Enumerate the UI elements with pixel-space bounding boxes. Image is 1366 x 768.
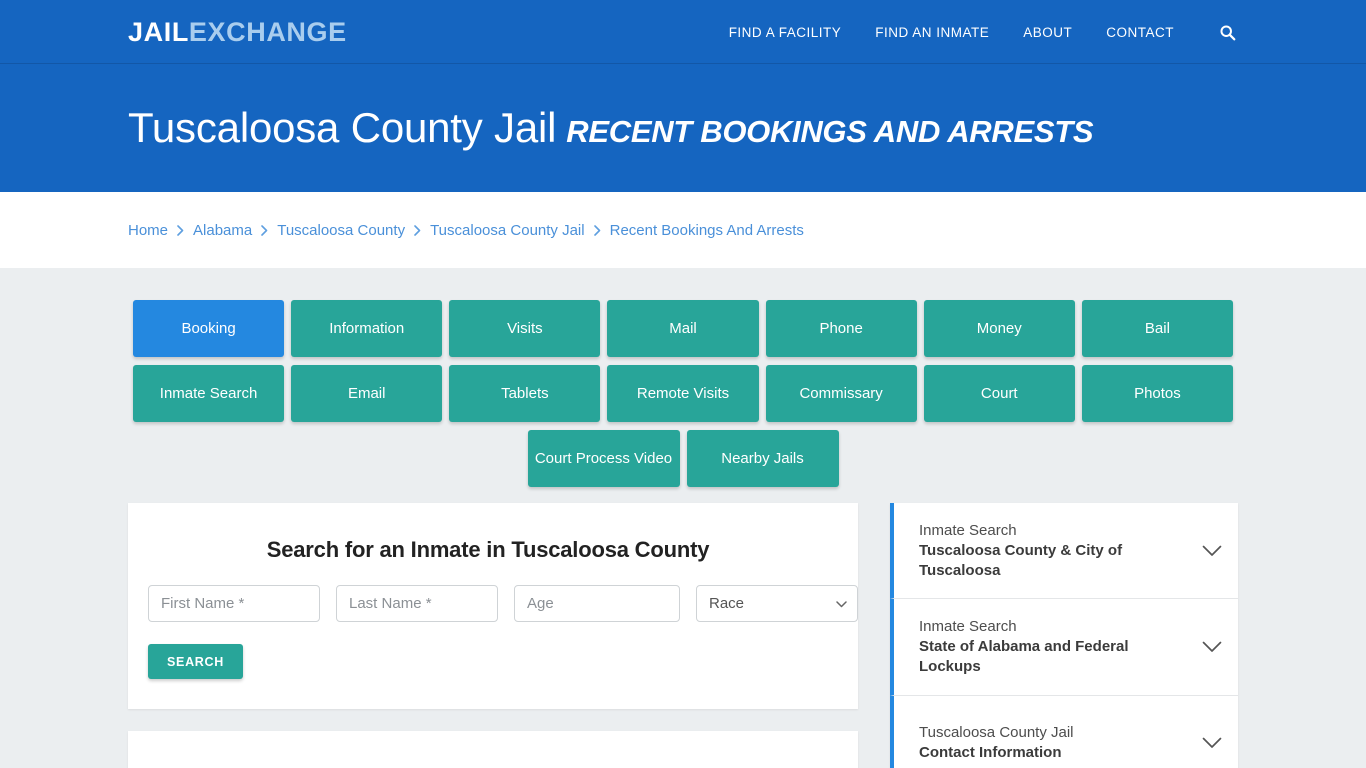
nav-item-find-an-inmate[interactable]: FIND AN INMATE <box>875 25 989 40</box>
sidebar-item-text: Inmate Search State of Alabama and Feder… <box>919 617 1188 676</box>
tab-booking[interactable]: Booking <box>133 300 285 357</box>
page-title: Tuscaloosa County Jail <box>128 104 557 151</box>
first-name-input[interactable] <box>148 585 320 622</box>
site-logo[interactable]: JAILEXCHANGE <box>128 16 347 47</box>
last-name-input[interactable] <box>336 585 498 622</box>
breadcrumb-separator-icon <box>414 224 421 236</box>
chevron-down-icon[interactable] <box>1202 545 1222 557</box>
section-tabs: Booking Information Visits Mail Phone Mo… <box>133 300 1233 487</box>
logo-text-jail: JAIL <box>128 16 189 47</box>
tab-photos[interactable]: Photos <box>1081 365 1233 422</box>
breadcrumb-separator-icon <box>261 224 268 236</box>
sidebar-item-inmate-search-state[interactable]: Inmate Search State of Alabama and Feder… <box>890 599 1238 696</box>
content-columns: Search for an Inmate in Tuscaloosa Count… <box>128 503 1238 768</box>
sidebar-item-line1: Tuscaloosa County Jail <box>919 723 1074 741</box>
tabs-row-3: Court Process Video Nearby Jails <box>133 430 1233 487</box>
breadcrumb: Home Alabama Tuscaloosa County Tuscaloos… <box>128 222 804 239</box>
breadcrumb-item-tuscaloosa-county-jail[interactable]: Tuscaloosa County Jail <box>430 222 585 239</box>
sidebar-accordion: Inmate Search Tuscaloosa County & City o… <box>890 503 1238 768</box>
logo-text-exchange: EXCHANGE <box>188 16 347 47</box>
tabs-row-2: Inmate Search Email Tablets Remote Visit… <box>133 365 1233 422</box>
age-input[interactable] <box>514 585 680 622</box>
tab-bail[interactable]: Bail <box>1081 300 1233 357</box>
page-header-band: Tuscaloosa County Jail RECENT BOOKINGS AN… <box>0 64 1366 192</box>
tab-tablets[interactable]: Tablets <box>449 365 601 422</box>
chevron-down-icon[interactable] <box>1202 737 1222 749</box>
tab-mail[interactable]: Mail <box>607 300 759 357</box>
breadcrumb-item-home[interactable]: Home <box>128 222 168 239</box>
tab-money[interactable]: Money <box>923 300 1075 357</box>
breadcrumb-item-tuscaloosa-county[interactable]: Tuscaloosa County <box>277 222 405 239</box>
sidebar-item-line2: State of Alabama and Federal Lockups <box>919 638 1129 675</box>
breadcrumb-item-recent-bookings-and-arrests[interactable]: Recent Bookings And Arrests <box>610 222 804 239</box>
top-navigation-bar: JAILEXCHANGE FIND A FACILITY FIND AN INM… <box>0 0 1366 64</box>
tab-information[interactable]: Information <box>291 300 443 357</box>
tabs-row-1: Booking Information Visits Mail Phone Mo… <box>133 300 1233 357</box>
faq-card: Frequently Asked Questions about Tuscalo… <box>128 731 858 768</box>
search-submit-button[interactable]: SEARCH <box>148 644 243 679</box>
race-select[interactable]: Race <box>696 585 858 622</box>
search-card-heading: Search for an Inmate in Tuscaloosa Count… <box>266 537 710 562</box>
sidebar-item-line1: Inmate Search <box>919 522 1017 539</box>
tab-remote-visits[interactable]: Remote Visits <box>607 365 759 422</box>
sidebar-item-text: Inmate Search Tuscaloosa County & City o… <box>919 521 1188 580</box>
tab-inmate-search[interactable]: Inmate Search <box>133 365 285 422</box>
breadcrumb-item-alabama[interactable]: Alabama <box>193 222 252 239</box>
sidebar-item-line2: Contact Information <box>919 743 1062 761</box>
tab-commissary[interactable]: Commissary <box>765 365 917 422</box>
sidebar-item-line2: Tuscaloosa County & City of Tuscaloosa <box>919 541 1123 579</box>
tab-court[interactable]: Court <box>923 365 1075 422</box>
tab-visits[interactable]: Visits <box>449 300 601 357</box>
nav-item-contact[interactable]: CONTACT <box>1106 25 1174 40</box>
left-column: Search for an Inmate in Tuscaloosa Count… <box>128 503 858 768</box>
tab-nearby-jails[interactable]: Nearby Jails <box>686 430 839 487</box>
sidebar-item-text: Tuscaloosa County Jail Contact Informati… <box>919 723 1188 763</box>
search-fields: Race <box>148 585 858 622</box>
right-sidebar: Inmate Search Tuscaloosa County & City o… <box>890 503 1238 768</box>
sidebar-item-line1: Inmate Search <box>919 618 1017 636</box>
page-subtitle: RECENT BOOKINGS AND ARRESTS <box>566 114 1094 149</box>
tab-phone[interactable]: Phone <box>765 300 917 357</box>
search-icon[interactable] <box>1216 21 1238 43</box>
nav-item-find-a-facility[interactable]: FIND A FACILITY <box>729 25 842 40</box>
tab-court-process-video[interactable]: Court Process Video <box>527 430 680 487</box>
nav-item-about[interactable]: ABOUT <box>1023 25 1072 40</box>
race-select-wrapper: Race <box>696 585 858 622</box>
breadcrumb-separator-icon <box>177 224 184 236</box>
inmate-search-card: Search for an Inmate in Tuscaloosa Count… <box>128 503 858 709</box>
sidebar-item-inmate-search-county[interactable]: Inmate Search Tuscaloosa County & City o… <box>890 503 1238 600</box>
page-header-inner: Tuscaloosa County Jail RECENT BOOKINGS AN… <box>128 104 1094 152</box>
chevron-down-icon[interactable] <box>1202 641 1222 653</box>
nav-links: FIND A FACILITY FIND AN INMATE ABOUT CON… <box>729 21 1238 43</box>
breadcrumb-separator-icon <box>593 224 601 236</box>
sidebar-item-contact-information[interactable]: Tuscaloosa County Jail Contact Informati… <box>890 695 1238 768</box>
breadcrumb-band: Home Alabama Tuscaloosa County Tuscaloos… <box>0 192 1366 268</box>
main-content: Booking Information Visits Mail Phone Mo… <box>0 268 1366 768</box>
tab-email[interactable]: Email <box>291 365 443 422</box>
